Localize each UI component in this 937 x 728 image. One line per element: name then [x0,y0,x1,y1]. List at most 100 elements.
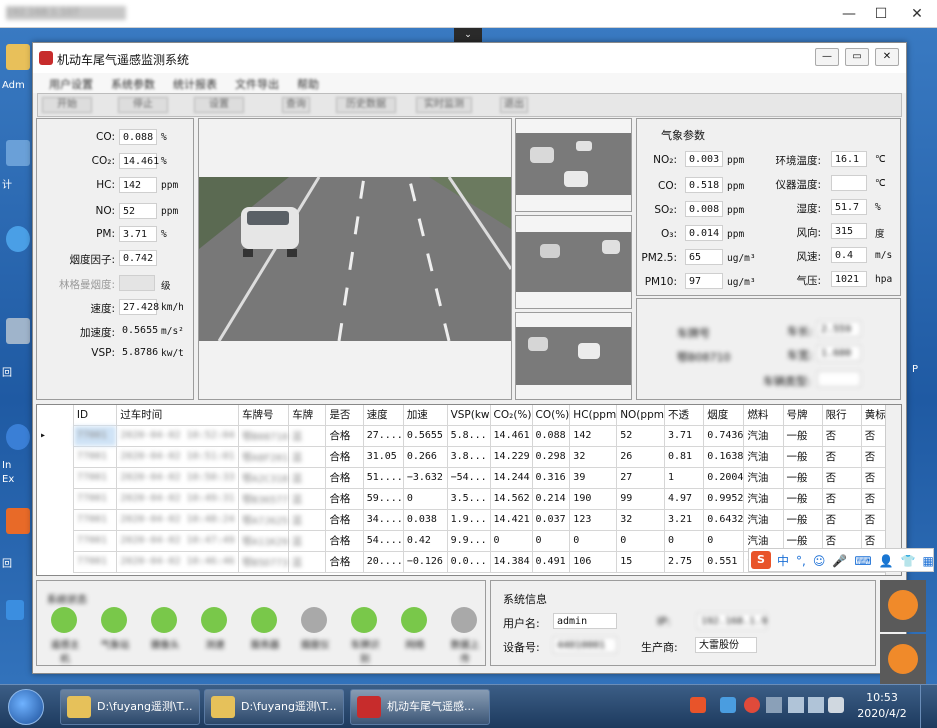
side-app-1[interactable] [880,580,926,632]
measure-unit: % [161,132,167,143]
app-close-button[interactable]: ✕ [875,48,899,66]
ime-button[interactable]: ⌨ [854,554,871,568]
taskbar-item-active[interactable]: 机动车尾气遥感... [350,689,490,725]
column-header[interactable]: 加速 [403,405,448,425]
measure-value: 0.5655 [122,325,159,336]
table-row[interactable]: 77001 2020-04-02 10:51:01 鄂A8F201 蓝合格 31.05 0… [37,445,901,468]
user-field[interactable]: admin [553,613,617,629]
minimize-button[interactable]: — [838,4,860,24]
table-cell: 否 [821,487,862,510]
toolbar-button[interactable]: 停止 [118,97,168,113]
menu-item[interactable]: 文件导出 [235,76,279,92]
device-field[interactable]: 44010001 [553,637,617,653]
thumbnail-1[interactable] [515,118,632,212]
column-header[interactable]: NO(ppm [616,405,665,425]
toolbar-button[interactable]: 查询 [282,97,310,113]
app-minimize-button[interactable]: — [815,48,839,66]
sogou-tray-icon[interactable] [690,697,706,713]
computer-icon[interactable] [6,140,30,166]
start-button[interactable] [8,689,44,725]
menu-item[interactable]: 统计报表 [173,76,217,92]
row-selector[interactable] [37,446,74,467]
thumbnail-2[interactable] [515,215,632,309]
column-header[interactable]: HC(ppm [569,405,618,425]
row-selector[interactable] [37,551,74,572]
table-row[interactable]: 77001 2020-04-02 10:48:24 鄂A7J625 蓝合格 34....… [37,508,901,531]
row-selector[interactable] [37,467,74,488]
taskbar: D:\fuyang遥测\T... D:\fuyang遥测\T... 机动车尾气遥… [0,684,937,728]
column-header[interactable]: 限行 [822,405,862,425]
column-header[interactable]: 烟度 [703,405,745,425]
folder-icon[interactable] [6,44,30,70]
column-header[interactable]: 车牌号 [238,405,290,425]
menu-item[interactable]: 系统参数 [111,76,155,92]
shortcut-icon[interactable] [6,600,24,620]
row-selector[interactable]: ▸ [37,425,74,446]
clock-date[interactable]: 2020/4/2 [852,707,912,720]
column-header[interactable]: 过车时间 [116,405,240,425]
ime-button[interactable]: ▦ [923,554,934,568]
ime-button[interactable]: 🎤 [832,554,847,568]
column-header[interactable]: ID [73,405,118,425]
table-cell: 3.8... [446,445,491,468]
column-header[interactable]: 燃料 [743,405,784,425]
column-header[interactable]: 速度 [363,405,404,425]
toolbar-button[interactable]: 开始 [42,97,92,113]
measure-label: 加速度: [79,327,115,339]
row-selector[interactable] [37,530,74,551]
app-icon[interactable] [6,508,30,534]
column-header[interactable]: CO(%) [532,405,571,425]
clock-time[interactable]: 10:53 [862,691,902,704]
row-selector[interactable] [37,509,74,530]
column-header[interactable]: 不透 [664,405,705,425]
table-cell: 3.5... [446,487,491,510]
ime-button[interactable]: 中 [777,554,789,568]
toolbar-button[interactable]: 历史数据 [336,97,396,113]
remote-collapse-tab[interactable]: ⌄ [454,28,482,42]
tray-icon[interactable] [720,697,736,713]
maximize-button[interactable]: ☐ [870,4,892,24]
table-row[interactable]: ▸ 77001 2020-04-02 10:52:04 鄂B08710 蓝合格 27...… [37,424,901,447]
close-button[interactable]: ✕ [906,4,928,24]
table-row[interactable]: 77001 2020-04-02 10:49:31 鄂B36577 蓝合格 59....… [37,487,901,510]
sogou-logo-icon[interactable]: S [751,551,771,569]
side-app-2[interactable] [880,634,926,684]
menu-item[interactable]: 用户设置 [49,76,93,92]
table-cell: 123 [569,508,618,531]
display-icon[interactable] [808,697,824,713]
recycle-bin-icon[interactable] [6,318,30,344]
column-header[interactable]: 是否 [325,405,364,425]
ime-button[interactable]: °, [796,554,806,568]
column-header[interactable]: 车牌 [288,405,327,425]
flag-icon[interactable] [766,697,782,713]
row-selector[interactable] [37,488,74,509]
toolbar-button[interactable]: 实时监测 [416,97,472,113]
table-cell: 2.75 [663,550,705,573]
toolbar-button[interactable]: 设置 [194,97,244,113]
network-icon[interactable] [6,226,30,252]
weather-value: 1021 [831,271,867,287]
table-row[interactable]: 77001 2020-04-02 10:50:33 鄂A2C318 蓝合格 51....… [37,466,901,489]
volume-icon[interactable] [828,697,844,713]
show-desktop-button[interactable] [920,685,936,728]
tray-icon[interactable] [744,697,760,713]
ime-button[interactable]: 👤 [879,554,894,568]
ie-icon[interactable] [6,424,30,450]
thumbnail-3[interactable] [515,312,632,400]
ime-button[interactable]: ☺ [813,554,826,568]
table-cell: 32 [569,445,618,468]
status-label: 服务器 [250,640,280,651]
toolbar-button[interactable]: 退出 [500,97,528,113]
table-cell: 2020-04-02 10:48:24 [116,508,240,531]
remote-desktop-titlebar: 192.168.1.107 — ☐ ✕ [0,0,937,28]
column-header[interactable]: VSP(kw [447,405,491,425]
weather-unit: ppm [727,229,745,240]
taskbar-item[interactable]: D:\fuyang遥测\T... [60,689,200,725]
network-icon[interactable] [788,697,804,713]
column-header[interactable]: CO₂(%) [490,405,533,425]
menu-item[interactable]: 帮助 [297,76,319,92]
ime-button[interactable]: 👕 [901,554,916,568]
app-maximize-button[interactable]: ▭ [845,48,869,66]
column-header[interactable]: 号牌 [783,405,823,425]
taskbar-item[interactable]: D:\fuyang遥测\T... [204,689,344,725]
